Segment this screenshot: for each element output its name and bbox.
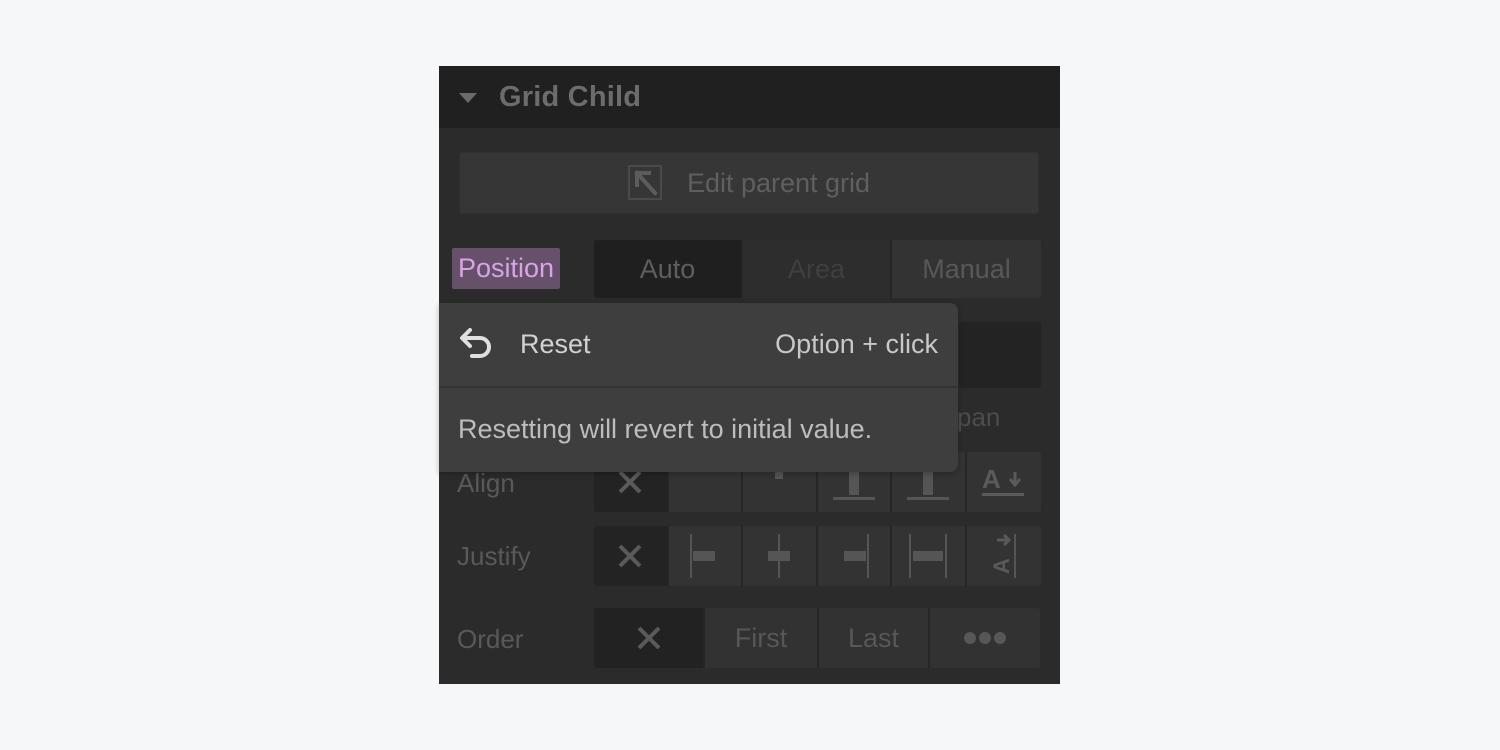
justify-end-button[interactable] [817, 526, 892, 586]
edit-parent-grid-label: Edit parent grid [686, 167, 871, 198]
undo-arrow-icon [460, 327, 491, 358]
justify-start-button[interactable] [668, 526, 743, 586]
reset-shortcut: Option + click [775, 329, 938, 359]
reset-label: Reset [520, 329, 591, 359]
reset-popover: Reset Option + click Resetting will reve… [439, 303, 958, 472]
x-icon [618, 544, 642, 568]
order-more-button[interactable] [930, 608, 1040, 668]
justify-baseline-button[interactable]: A [966, 526, 1041, 586]
svg-text:A: A [982, 464, 1001, 494]
align-baseline-button[interactable]: A [966, 452, 1041, 512]
order-segmented-control: First Last [594, 608, 1040, 668]
arrow-up-left-icon [627, 165, 662, 200]
x-icon [618, 470, 642, 494]
reset-menu-item[interactable]: Reset Option + click [439, 303, 958, 388]
align-baseline-icon: A [981, 464, 1024, 496]
justify-baseline-icon: A [989, 534, 1016, 578]
section-title: Grid Child [499, 80, 642, 113]
order-last-button[interactable]: Last [819, 608, 930, 668]
span-label: pan [957, 402, 1001, 432]
position-auto-button[interactable]: Auto [594, 240, 743, 298]
order-label: Order [457, 624, 524, 654]
justify-end-icon [843, 534, 869, 578]
justify-center-button[interactable] [743, 526, 818, 586]
section-header[interactable]: Grid Child [439, 66, 1060, 128]
position-area-button[interactable]: Area [743, 240, 892, 298]
svg-text:A: A [989, 558, 1014, 574]
justify-segmented-control: A [594, 526, 1041, 586]
order-none-button[interactable] [594, 608, 705, 668]
reset-description: Resetting will revert to initial value. [458, 414, 873, 444]
span-input[interactable] [959, 322, 1041, 388]
justify-label: Justify [457, 541, 531, 571]
order-first-button[interactable]: First [705, 608, 819, 668]
justify-start-icon [689, 534, 715, 578]
position-label[interactable]: Position [452, 248, 561, 289]
align-label: Align [457, 468, 515, 498]
edit-parent-grid-button[interactable]: Edit parent grid [459, 152, 1039, 214]
position-segmented-control: Auto Area Manual [594, 240, 1041, 298]
justify-center-icon [768, 534, 791, 578]
x-icon [637, 626, 660, 650]
caret-down-icon[interactable] [459, 93, 477, 103]
justify-none-button[interactable] [594, 526, 669, 586]
more-dots-icon [964, 632, 1006, 644]
position-manual-button[interactable]: Manual [892, 240, 1041, 298]
justify-stretch-icon [909, 534, 948, 578]
justify-stretch-button[interactable] [892, 526, 967, 586]
